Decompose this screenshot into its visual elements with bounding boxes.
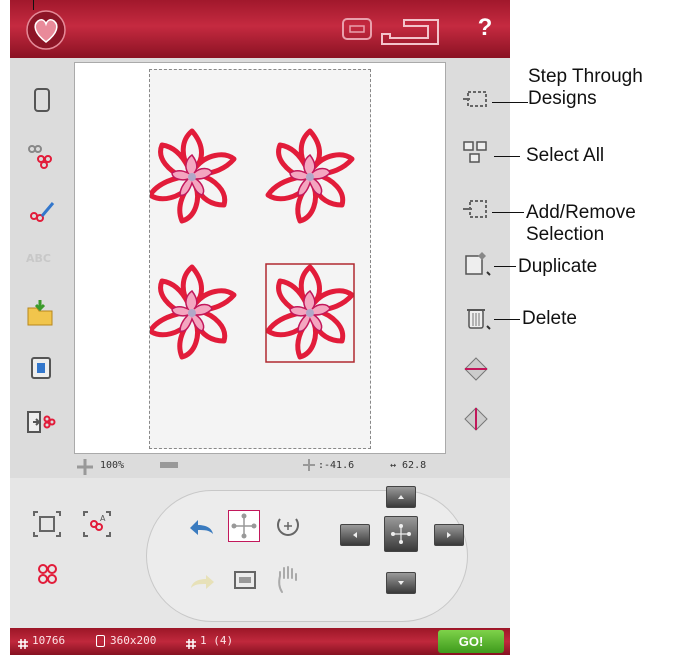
zoom-design-button[interactable]: A [82,510,112,538]
right-toolbar [446,62,510,454]
zoom-level: 100% [100,460,125,471]
undo-button[interactable] [186,514,216,538]
step-through-designs-button[interactable] [462,86,490,112]
svg-text:A: A [100,514,106,523]
callout-step-through-designs: Step Through Designs [528,66,643,109]
zoom-plus-icon[interactable] [76,458,94,476]
flower-design-4[interactable] [268,267,352,357]
embroidery-canvas[interactable] [74,62,446,454]
callout-delete: Delete [522,308,577,329]
template-icon[interactable] [27,354,55,382]
delete-button[interactable] [462,304,491,330]
exit-edit-icon[interactable] [25,408,56,436]
design-count-icon [186,636,196,649]
svg-text:ABC: ABC [26,252,51,265]
arrow-down-button[interactable] [386,572,416,594]
arrow-up-button[interactable] [386,486,416,508]
group-designs-button[interactable] [34,560,64,590]
callout-add-remove-selection: Add/Remove Selection [526,202,636,245]
save-folder-icon[interactable] [25,298,53,326]
help-button[interactable]: ? [472,14,498,44]
select-all-button[interactable] [462,140,490,166]
font-icon: ABC [26,248,54,276]
rotate-button[interactable] [274,512,302,540]
zoom-minus-icon[interactable] [160,462,178,468]
flower-design-1[interactable] [150,131,234,221]
callout-duplicate: Duplicate [518,256,598,277]
heart-icon [26,10,66,50]
duplicate-button[interactable] [462,250,491,276]
arrow-right-button[interactable] [434,524,464,546]
flower-design-3[interactable] [150,267,234,357]
pan-hand-icon[interactable] [276,564,300,594]
top-bar: ? [10,0,510,58]
flower-design-2[interactable] [268,131,352,221]
zoom-to-fit-button[interactable] [32,510,62,538]
redo-button [188,570,218,592]
design-layout [150,70,355,363]
duplicate-leader [494,266,516,267]
bottom-status-bar: 10766 360x200 1 (4) GO! [10,628,510,655]
delete-leader [494,319,520,320]
stitch-count-icon [18,636,28,649]
sewing-machine-icon[interactable] [378,16,442,46]
home-heart-button[interactable] [26,10,66,50]
position-icon [302,458,316,472]
edit-control-panel: A [10,478,510,628]
trash-icon [467,309,491,330]
select-all-leader [494,156,520,157]
mirror-horizontal-button[interactable] [462,406,490,432]
stitch-count: 10766 [32,634,66,647]
heart-callout-line [33,0,34,10]
coordinate-x: :-41.6 [318,460,355,471]
coordinate-y: ↔ 62.8 [390,460,427,471]
add-remove-selection-button[interactable] [462,196,490,222]
embroidery-edit-device: ? ABC 100%:-41.6 ↔ 62.8 A 10766 360x200… [10,0,510,655]
design-count: 1 (4) [200,634,234,647]
hoop-icon[interactable] [28,86,56,114]
add-remove-leader [492,212,524,213]
left-toolbar: ABC [10,62,70,454]
mirror-vertical-button[interactable] [462,356,490,382]
edit-stitch-icon[interactable] [26,198,55,226]
arrow-left-button[interactable] [340,524,370,546]
hoop-size: 360x200 [110,634,157,647]
embroidery-unit-icon[interactable] [342,18,372,40]
hoop-size-icon [96,635,105,647]
load-design-icon[interactable] [26,142,54,170]
scale-button[interactable] [232,568,258,592]
center-button[interactable] [384,516,418,552]
callout-select-all: Select All [526,145,605,166]
control-oval [146,490,468,622]
step-through-leader [492,102,528,103]
go-button[interactable]: GO! [438,630,504,653]
hoop-area [149,69,371,449]
move-button[interactable] [228,510,260,542]
